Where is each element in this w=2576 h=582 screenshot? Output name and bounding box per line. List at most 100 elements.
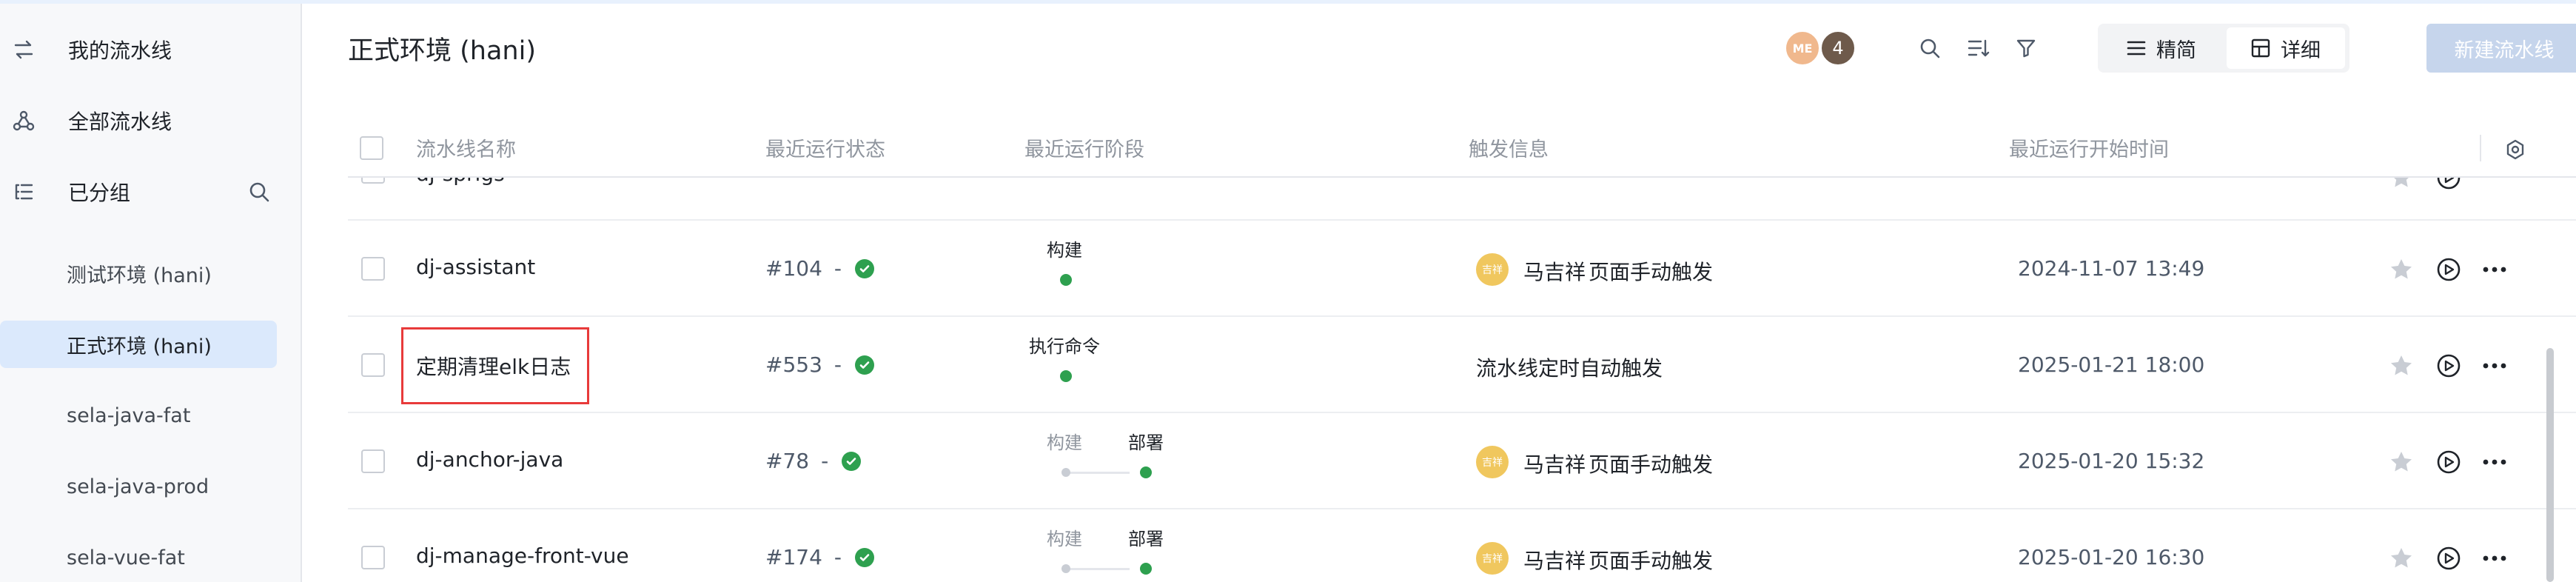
run-number[interactable]: #553 xyxy=(765,352,822,377)
run-separator: - xyxy=(833,352,842,377)
more-icon[interactable] xyxy=(2478,446,2511,478)
pipeline-name[interactable]: dj-manage-front-vue xyxy=(416,543,629,568)
sidebar-item-my-pipelines[interactable]: 我的流水线 xyxy=(0,24,296,76)
stage-pending-dot[interactable] xyxy=(1061,468,1070,477)
sidebar-group-item[interactable]: 测试环境 (hani) xyxy=(0,250,277,297)
view-simple-label: 精简 xyxy=(2156,39,2196,62)
stage-success-dot[interactable] xyxy=(1140,563,1152,575)
sidebar-group-item[interactable]: sela-java-prod xyxy=(0,463,277,510)
row-checkbox[interactable] xyxy=(361,546,385,569)
trigger-info: 页面手动触发 xyxy=(1589,452,1714,477)
view-detail-button[interactable]: 详细 xyxy=(2227,27,2345,69)
stage-connector xyxy=(1066,472,1130,474)
run-status: #78 - xyxy=(765,449,862,473)
table-row[interactable]: dj-manage-front-vue #174 - 构建 部署 吉祥 马吉祥 … xyxy=(348,509,2576,582)
view-simple-button[interactable]: 精简 xyxy=(2102,27,2221,69)
avatar-more[interactable]: 4 xyxy=(1819,30,1856,67)
filter-icon[interactable] xyxy=(2010,33,2042,64)
column-header-stage: 最近运行阶段 xyxy=(1024,138,1144,161)
list-tree-icon xyxy=(9,177,38,207)
list-icon xyxy=(2127,41,2146,56)
start-time: 2024-11-07 13:49 xyxy=(2018,256,2205,281)
stage-success-dot[interactable] xyxy=(1060,370,1072,382)
run-icon[interactable] xyxy=(2432,542,2465,575)
success-check-icon xyxy=(855,258,875,278)
settings-icon[interactable] xyxy=(2499,133,2532,166)
stage-label: 部署 xyxy=(1128,529,1164,549)
sidebar-group-label: 正式环境 (hani) xyxy=(67,335,212,358)
start-time: 2025-01-20 16:30 xyxy=(2018,545,2205,569)
run-number[interactable]: #104 xyxy=(765,256,822,281)
swap-arrows-icon xyxy=(9,35,38,64)
success-check-icon xyxy=(842,451,862,471)
column-header-trigger: 触发信息 xyxy=(1469,138,1549,161)
more-icon[interactable] xyxy=(2478,542,2511,575)
pipeline-name[interactable]: dj-anchor-java xyxy=(416,447,563,472)
run-number[interactable]: #174 xyxy=(765,545,822,569)
column-divider xyxy=(2480,135,2481,161)
table-row[interactable]: 定期清理elk日志 #553 - 执行命令 流水线定时自动触发 2025-01-… xyxy=(348,317,2576,413)
row-checkbox[interactable] xyxy=(361,449,385,473)
more-icon[interactable] xyxy=(2478,253,2511,286)
view-switch: 精简 详细 xyxy=(2098,24,2349,73)
stage-connector xyxy=(1066,568,1130,570)
sidebar-group-item[interactable]: sela-vue-fat xyxy=(0,534,277,581)
trigger-user: 马吉祥 xyxy=(1523,260,1586,284)
trigger-info: 页面手动触发 xyxy=(1589,549,1714,573)
sidebar-group-label: sela-java-fat xyxy=(67,404,191,427)
stage-label: 构建 xyxy=(1047,432,1082,453)
row-checkbox[interactable] xyxy=(361,257,385,281)
stage-success-dot[interactable] xyxy=(1060,274,1072,286)
sidebar-item-label: 全部流水线 xyxy=(68,110,172,134)
sidebar-item-grouped[interactable]: 已分组 xyxy=(0,166,296,218)
vertical-scrollbar[interactable] xyxy=(2546,348,2554,582)
sort-icon[interactable] xyxy=(1963,33,1994,64)
trigger-avatar: 吉祥 xyxy=(1476,446,1509,478)
page-title: 正式环境 (hani) xyxy=(348,36,536,66)
trigger-avatar: 吉祥 xyxy=(1476,253,1509,286)
sidebar-group-item-active[interactable]: 正式环境 (hani) xyxy=(0,321,277,368)
nodes-icon xyxy=(9,106,38,136)
stage-pending-dot[interactable] xyxy=(1061,564,1070,573)
sidebar-group-label: sela-java-prod xyxy=(67,475,209,498)
run-icon[interactable] xyxy=(2432,253,2465,286)
start-time: 2025-01-20 15:32 xyxy=(2018,449,2205,473)
run-separator: - xyxy=(821,449,829,473)
run-icon[interactable] xyxy=(2432,349,2465,382)
select-all-checkbox[interactable] xyxy=(360,136,383,160)
trigger-user: 马吉祥 xyxy=(1523,549,1586,573)
pipeline-name[interactable]: dj-assistant xyxy=(416,255,535,279)
new-pipeline-button[interactable]: 新建流水线 xyxy=(2426,24,2576,73)
run-status: #553 - xyxy=(765,352,875,377)
run-status: #174 - xyxy=(765,545,875,569)
run-icon[interactable] xyxy=(2432,446,2465,478)
start-time: 2025-01-21 18:00 xyxy=(2018,352,2205,377)
run-status: #104 - xyxy=(765,256,875,281)
run-number[interactable]: #78 xyxy=(765,449,809,473)
row-checkbox[interactable] xyxy=(361,353,385,377)
avatar[interactable]: ME xyxy=(1784,30,1821,67)
sidebar: 我的流水线 全部流水线 已分组 测试环境 (hani) 正式环境 (hani) … xyxy=(0,4,302,582)
star-icon[interactable] xyxy=(2385,542,2418,575)
table-row[interactable]: dj-anchor-java #78 - 构建 部署 吉祥 马吉祥 页面手动触发… xyxy=(348,413,2576,509)
search-icon[interactable] xyxy=(244,177,274,207)
trigger-info: 流水线定时自动触发 xyxy=(1476,356,1663,381)
table-header: 流水线名称 最近运行状态 最近运行阶段 触发信息 最近运行开始时间 xyxy=(348,118,2576,178)
star-icon[interactable] xyxy=(2385,349,2418,382)
star-icon[interactable] xyxy=(2385,446,2418,478)
column-header-start-time: 最近运行开始时间 xyxy=(2009,138,2169,161)
stage-label: 构建 xyxy=(1047,240,1082,261)
top-accent-line xyxy=(0,0,2576,4)
pipeline-name[interactable]: 定期清理elk日志 xyxy=(416,351,571,381)
star-icon[interactable] xyxy=(2385,253,2418,286)
search-icon[interactable] xyxy=(1914,33,1945,64)
trigger-info: 页面手动触发 xyxy=(1589,260,1714,284)
more-icon[interactable] xyxy=(2478,349,2511,382)
stage-success-dot[interactable] xyxy=(1140,466,1152,478)
column-header-name: 流水线名称 xyxy=(416,138,516,161)
table-row[interactable]: dj-assistant #104 - 构建 吉祥 马吉祥 页面手动触发 202… xyxy=(348,221,2576,317)
run-separator: - xyxy=(833,545,842,569)
stage-label: 构建 xyxy=(1047,529,1082,549)
sidebar-item-all-pipelines[interactable]: 全部流水线 xyxy=(0,95,296,147)
sidebar-group-item[interactable]: sela-java-fat xyxy=(0,392,277,439)
